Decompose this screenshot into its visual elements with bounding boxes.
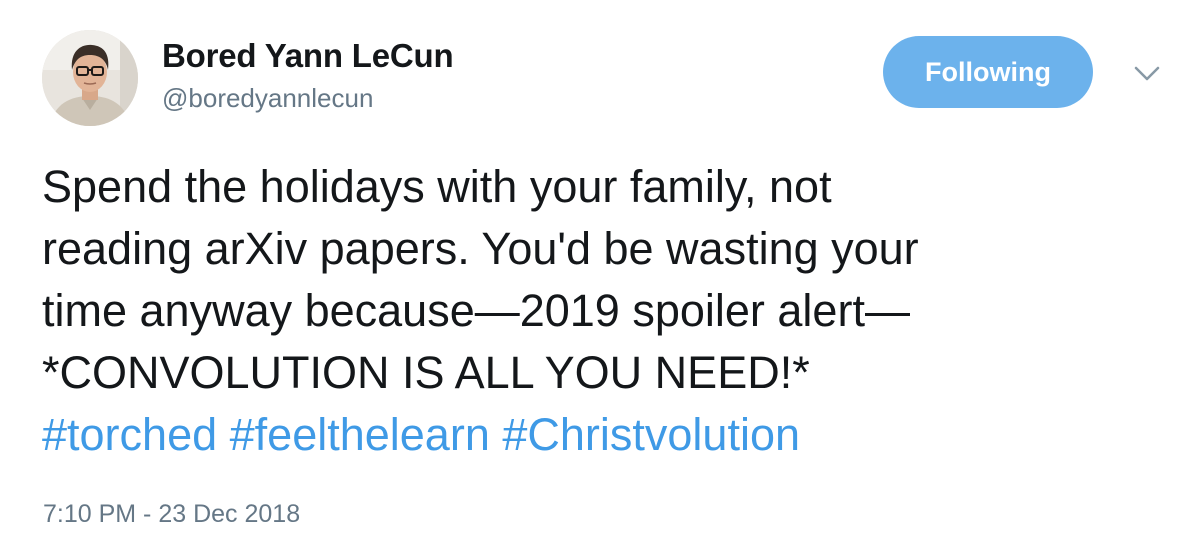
tweet-text-line: *CONVOLUTION IS ALL YOU NEED!*: [42, 347, 810, 398]
hashtag-link[interactable]: #torched: [42, 409, 217, 460]
tweet-timestamp[interactable]: 7:10 PM - 23 Dec 2018: [43, 500, 300, 529]
chevron-down-icon: [1134, 66, 1160, 81]
hashtag-link[interactable]: #Christvolution: [502, 409, 800, 460]
tweet-text: Spend the holidays with your family, not…: [42, 156, 1172, 466]
profile-photo-icon: [42, 30, 138, 126]
tweet-text-line: time anyway because—2019 spoiler alert—: [42, 285, 910, 336]
author-handle[interactable]: @boredyannlecun: [162, 83, 373, 114]
tweet-text-line: Spend the holidays with your family, not: [42, 161, 832, 212]
author-name[interactable]: Bored Yann LeCun: [162, 37, 454, 75]
author-avatar[interactable]: [42, 30, 138, 126]
tweet-card: Bored Yann LeCun @boredyannlecun Followi…: [0, 0, 1198, 552]
following-button[interactable]: Following: [883, 36, 1093, 108]
hashtag-link[interactable]: #feelthelearn: [230, 409, 490, 460]
hashtag-line: #torched #feelthelearn #Christvolution: [42, 404, 1172, 466]
more-options-button[interactable]: [1132, 62, 1162, 84]
tweet-text-line: reading arXiv papers. You'd be wasting y…: [42, 223, 919, 274]
